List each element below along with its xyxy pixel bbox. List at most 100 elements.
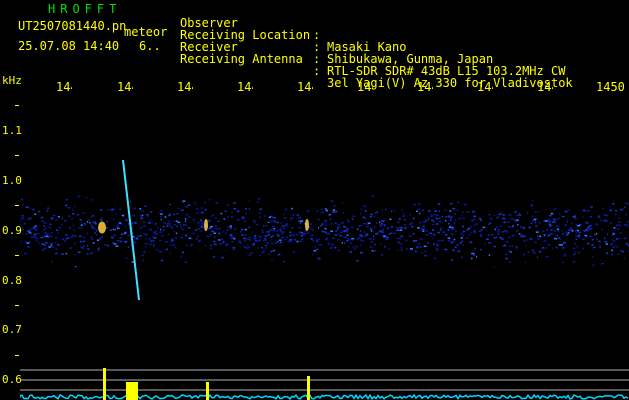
noise-pixel <box>180 255 182 258</box>
noise-pixel <box>374 226 376 228</box>
noise-pixel <box>326 232 328 235</box>
noise-pixel <box>413 203 416 206</box>
noise-pixel <box>197 227 201 230</box>
noise-pixel <box>436 243 438 245</box>
noise-pixel <box>619 232 622 234</box>
noise-pixel <box>61 253 65 255</box>
noise-pixel <box>258 212 261 215</box>
noise-pixel <box>210 216 212 218</box>
noise-pixel <box>80 227 83 229</box>
noise-pixel <box>434 210 438 212</box>
noise-pixel <box>233 237 236 240</box>
noise-pixel <box>25 233 28 235</box>
noise-pixel <box>589 216 592 218</box>
noise-pixel <box>582 247 584 250</box>
noise-pixel <box>391 231 393 234</box>
noise-pixel <box>612 239 614 241</box>
noise-pixel <box>200 220 203 223</box>
noise-pixel <box>180 226 183 228</box>
y-tick-mark <box>15 205 19 206</box>
noise-pixel <box>575 235 578 238</box>
noise-pixel <box>115 213 117 215</box>
noise-pixel <box>519 214 521 216</box>
noise-pixel <box>280 222 282 224</box>
noise-pixel <box>280 227 282 229</box>
noise-pixel <box>367 222 371 224</box>
y-tick-label: 1.1 <box>2 124 22 137</box>
noise-pixel <box>397 249 399 252</box>
noise-pixel <box>65 234 68 236</box>
noise-pixel <box>341 242 343 244</box>
noise-pixel <box>55 237 58 239</box>
noise-pixel <box>226 226 229 228</box>
noise-pixel <box>83 223 87 225</box>
noise-pixel <box>462 230 465 233</box>
noise-pixel <box>501 231 505 233</box>
noise-pixel <box>197 221 200 224</box>
noise-pixel <box>241 216 245 219</box>
noise-pixel <box>57 243 59 246</box>
noise-pixel <box>252 220 255 222</box>
noise-pixel <box>421 229 424 232</box>
noise-pixel <box>435 217 439 220</box>
noise-pixel <box>196 235 199 238</box>
noise-pixel <box>576 229 579 232</box>
noise-pixel <box>611 234 614 236</box>
noise-pixel <box>229 227 233 229</box>
noise-pixel <box>94 232 96 234</box>
noise-pixel <box>403 223 406 226</box>
y-tick-mark <box>15 255 19 256</box>
noise-pixel <box>24 241 27 243</box>
noise-pixel <box>41 249 45 251</box>
noise-pixel <box>121 214 125 217</box>
noise-pixel <box>440 227 443 229</box>
noise-pixel <box>389 218 392 220</box>
noise-pixel <box>82 212 85 214</box>
antenna-label: Receiving Antenna <box>180 52 303 66</box>
noise-pixel <box>87 248 90 250</box>
noise-pixel <box>458 217 461 220</box>
noise-pixel <box>95 221 97 223</box>
noise-pixel <box>258 216 261 219</box>
noise-pixel <box>499 225 502 227</box>
noise-pixel <box>387 238 389 240</box>
noise-pixel <box>330 223 333 225</box>
noise-pixel <box>299 240 303 242</box>
noise-pixel <box>213 232 216 234</box>
noise-pixel <box>330 230 333 232</box>
noise-pixel <box>270 229 273 231</box>
noise-pixel <box>58 226 61 229</box>
noise-pixel <box>469 241 473 244</box>
noise-pixel <box>85 240 87 243</box>
noise-pixel <box>127 234 130 237</box>
noise-pixel <box>598 240 601 243</box>
noise-pixel <box>333 205 336 207</box>
noise-pixel <box>183 223 185 226</box>
noise-pixel <box>77 251 81 253</box>
noise-pixel <box>292 214 295 216</box>
noise-pixel <box>493 237 496 239</box>
noise-pixel <box>575 232 577 234</box>
noise-pixel <box>605 220 608 222</box>
noise-pixel <box>370 241 374 243</box>
noise-pixel <box>360 235 363 238</box>
noise-pixel <box>50 244 53 246</box>
noise-pixel <box>100 217 103 219</box>
noise-pixel <box>516 214 519 216</box>
noise-pixel <box>188 237 192 240</box>
noise-pixel <box>398 218 401 220</box>
noise-pixel <box>497 216 499 218</box>
noise-pixel <box>403 212 405 215</box>
noise-pixel <box>286 236 288 238</box>
noise-pixel <box>582 209 586 212</box>
noise-pixel <box>155 223 157 225</box>
noise-pixel <box>240 242 242 244</box>
noise-pixel <box>40 216 44 219</box>
noise-pixel <box>590 227 593 230</box>
noise-pixel <box>493 266 495 268</box>
noise-pixel <box>115 245 119 247</box>
noise-pixel <box>616 238 619 240</box>
noise-pixel <box>379 224 382 226</box>
noise-pixel <box>140 215 143 217</box>
noise-pixel <box>400 235 404 238</box>
